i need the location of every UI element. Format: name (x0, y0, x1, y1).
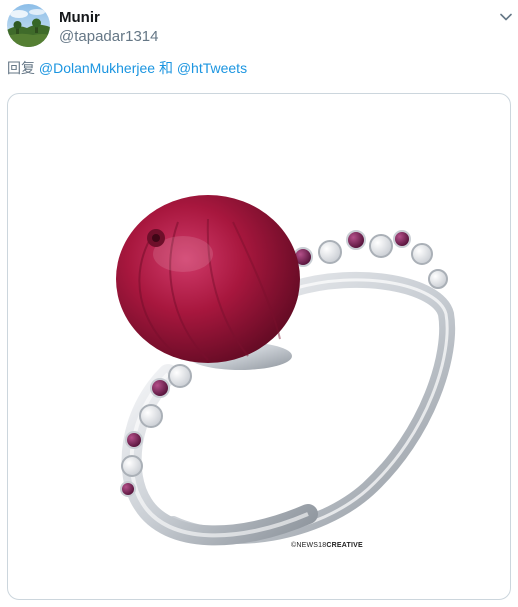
credit-prefix: ©NEWS18 (291, 542, 327, 549)
chevron-down-icon[interactable] (498, 9, 514, 25)
landscape-avatar-image (7, 4, 50, 47)
display-name[interactable]: Munir (59, 9, 100, 26)
mention-link-1[interactable]: @DolanMukherjee (39, 60, 155, 76)
avatar[interactable] (7, 4, 50, 47)
reply-context: 回复 @DolanMukherjee 和 @htTweets (7, 58, 247, 78)
credit-suffix: CREATIVE (326, 542, 363, 549)
reply-prefix: 回复 (7, 60, 35, 76)
user-handle[interactable]: @tapadar1314 (59, 28, 158, 45)
image-credit: ©NEWS18CREATIVE (291, 542, 363, 549)
onion-ring-image (116, 195, 456, 546)
mention-link-2[interactable]: @htTweets (177, 60, 247, 76)
reply-separator: 和 (158, 60, 173, 76)
media-card[interactable]: ©NEWS18CREATIVE (7, 93, 511, 600)
